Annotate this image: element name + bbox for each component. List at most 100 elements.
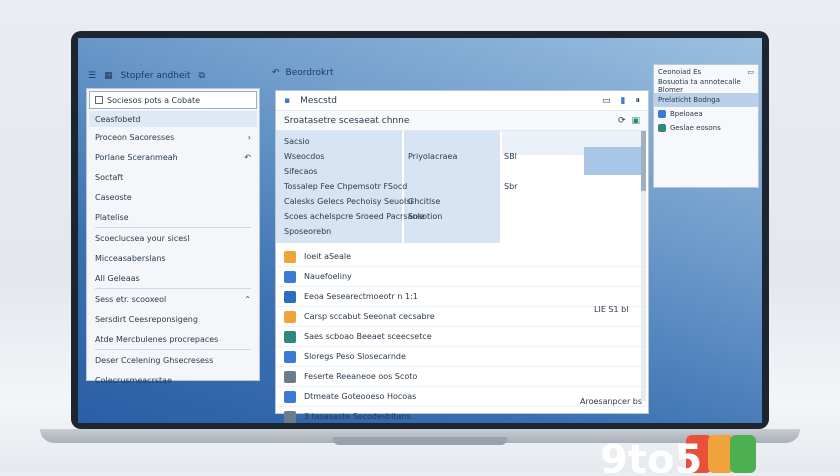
- grid-highlight: [584, 147, 646, 175]
- list-item-icon: [284, 330, 296, 343]
- app-icon: ▪: [284, 95, 291, 106]
- svg-text:9to5: 9to5: [600, 437, 702, 473]
- grid-cell[interactable]: Ghcitlse: [408, 197, 440, 206]
- window-icon[interactable]: ⧉: [199, 71, 205, 81]
- right-label-2: Aroesanpcer bs: [580, 397, 643, 406]
- left-item[interactable]: Proceon Sacoresses ›: [87, 127, 259, 147]
- grid-cell[interactable]: SBl: [504, 152, 517, 161]
- list-item[interactable]: Ioeit aSeale: [276, 247, 648, 267]
- left-item-label: Sersdirt Ceesreponsigeng: [95, 314, 198, 324]
- maximize-icon[interactable]: ▮: [621, 96, 626, 106]
- list-item[interactable]: Saes scboao Beeaet sceecsetce: [276, 327, 648, 347]
- list-item-icon: [284, 350, 296, 363]
- list-item[interactable]: Eeoa Sesearectmoeotr n 1:1: [276, 287, 648, 307]
- left-item[interactable]: Atde Mercbulenes procrepaces: [87, 329, 259, 349]
- left-item-label: Soctaft: [95, 172, 124, 182]
- grid-cell[interactable]: Sacsio: [284, 137, 310, 146]
- list-item-label: Eeoa Sesearectmoeotr n 1:1: [304, 292, 418, 301]
- brand-logo-graphic: 9to5: [600, 435, 756, 476]
- list-item-icon: [284, 310, 296, 323]
- left-item[interactable]: Porlane Sceranmeah ↶: [87, 147, 259, 167]
- settings-icon[interactable]: ▣: [631, 116, 640, 126]
- secondary-title: Beordrokrt: [285, 68, 334, 78]
- scrollbar-thumb[interactable]: [641, 131, 646, 191]
- mini-row-1-label: Bosuotia ta annotecalle Blomer: [658, 78, 741, 94]
- main-toolbar: Sroatasetre scesaeat chnne ⟳ ▣: [276, 111, 648, 131]
- grid-cell[interactable]: Sifecaos: [284, 167, 317, 176]
- list-item[interactable]: Carsp sccabut Seeonat cecsabre: [276, 307, 648, 327]
- mini-close-icon[interactable]: ▭: [747, 68, 754, 76]
- list-item-label: Nauefoeliny: [304, 272, 352, 281]
- top-toolbar-secondary: ↶ Beordrokrt: [272, 68, 333, 78]
- left-item-label: Micceasaberslans: [95, 253, 166, 263]
- mini-row-3[interactable]: Bpeloaea: [654, 107, 758, 121]
- close-icon[interactable]: ⏸: [635, 96, 640, 106]
- left-item[interactable]: Deser Ccelening Ghsecresess: [87, 350, 259, 370]
- mini-row-4[interactable]: Geslae eosons: [654, 121, 758, 135]
- left-item[interactable]: Soctaft: [87, 167, 259, 187]
- app-title: Stopfer andheit: [120, 71, 191, 81]
- left-item-mark: ↶: [244, 152, 251, 162]
- left-item[interactable]: Scoeclucsea your sicesl: [87, 228, 259, 248]
- left-item-mark: ›: [247, 132, 251, 142]
- list-item-icon: [284, 290, 296, 303]
- left-selected-label: Ceasfobetd: [95, 114, 141, 124]
- left-item[interactable]: Colecrusmeacrstae: [87, 370, 259, 390]
- left-item[interactable]: Sess etr. scooxeol ⌃: [87, 289, 259, 309]
- list-item[interactable]: Feserte Reeaneoe oos Scoto: [276, 367, 648, 387]
- list-item-label: Carsp sccabut Seeonat cecsabre: [304, 312, 435, 321]
- list-item-icon: [284, 390, 296, 403]
- brand-logo: 9to5: [600, 435, 760, 476]
- menu-icon[interactable]: ☰: [88, 71, 96, 81]
- mini-row-2-label: Prelaticht Bodnga: [658, 96, 721, 104]
- list-item-label: Dtmeate Goteooeso Hocoas: [304, 392, 417, 401]
- left-item-list: Proceon Sacoresses › Porlane Sceranmeah ↶ So…: [87, 127, 259, 390]
- file-icon: [658, 110, 666, 118]
- grid-cell[interactable]: Wseocdos: [284, 152, 324, 161]
- list-item-icon: [284, 370, 296, 383]
- list-item-label: Ioeit aSeale: [304, 252, 352, 261]
- list-item-label: 3 tasasaste Secodesbitans: [304, 412, 411, 421]
- grid-icon[interactable]: ▦: [104, 71, 113, 81]
- main-title: Mescstd: [300, 95, 337, 106]
- list-item[interactable]: Nauefoeliny: [276, 267, 648, 287]
- grid-cell[interactable]: Sposeorebn: [284, 227, 331, 236]
- grid-cell[interactable]: Sbr: [504, 182, 517, 191]
- right-label-1: LIE S1 bl: [594, 305, 629, 314]
- main-window: ▪ Mescstd ▭ ▮ ⏸ Sroatasetre scesaeat chn…: [275, 90, 649, 423]
- left-item[interactable]: Sersdirt Ceesreponsigeng: [87, 309, 259, 329]
- mini-window: Ceonoiad Es ▭ Bosuotia ta annotecalle Bl…: [653, 64, 759, 188]
- mini-row-3-label: Bpeloaea: [670, 110, 703, 118]
- grid-area: Sacsio Wseocdos Priyolacraea SBl Sifecaos Tos…: [276, 131, 648, 245]
- left-search[interactable]: Sociesos pots a Cobate: [89, 91, 257, 109]
- grid-panel-middle: [404, 131, 500, 243]
- desktop-screen: ☰ ▦ Stopfer andheit ⧉ ↶ Beordrokrt Socie…: [78, 38, 762, 423]
- left-item[interactable]: Caseoste: [87, 187, 259, 207]
- list-item[interactable]: Sloregs Peso Slosecarnde: [276, 347, 648, 367]
- left-item-mark: ⌃: [244, 294, 251, 304]
- left-item-label: Atde Mercbulenes procrepaces: [95, 334, 219, 344]
- refresh-icon[interactable]: ⟳: [618, 116, 626, 126]
- toolbar-label: Sroatasetre scesaeat chnne: [284, 115, 410, 126]
- grid-cell[interactable]: Priyolacraea: [408, 152, 457, 161]
- left-selected-item[interactable]: Ceasfobetd: [89, 111, 257, 127]
- grid-cell[interactable]: Calesks Gelecs Pechoisy Seuolsr: [284, 197, 414, 206]
- left-item[interactable]: Micceasaberslans: [87, 248, 259, 268]
- checkbox-icon[interactable]: [95, 96, 103, 104]
- left-item-label: Deser Ccelening Ghsecresess: [95, 355, 214, 365]
- mini-row-4-label: Geslae eosons: [670, 124, 721, 132]
- left-item-label: Porlane Sceranmeah: [95, 152, 178, 162]
- minimize-icon[interactable]: ▭: [602, 96, 611, 106]
- grid-cell[interactable]: Sosotion: [408, 212, 442, 221]
- grid-cell[interactable]: Scoes achelspcre Sroeed Pacrsanle: [284, 212, 425, 221]
- list-item-label: Sloregs Peso Slosecarnde: [304, 352, 406, 361]
- grid-cell[interactable]: Tossalep Fee Chpemsotr FSocd: [284, 182, 407, 191]
- left-item[interactable]: All Geleaas: [87, 268, 259, 288]
- left-item[interactable]: Platelise: [87, 207, 259, 227]
- left-item-label: Proceon Sacoresses: [95, 132, 175, 142]
- mini-row-selected[interactable]: Prelaticht Bodnga: [654, 93, 758, 107]
- list-item[interactable]: 3 tasasaste Secodesbitans: [276, 407, 648, 423]
- mini-title: Ceonoiad Es: [658, 68, 702, 76]
- mini-row-1[interactable]: Bosuotia ta annotecalle Blomer: [654, 78, 758, 94]
- back-icon[interactable]: ↶: [272, 68, 280, 78]
